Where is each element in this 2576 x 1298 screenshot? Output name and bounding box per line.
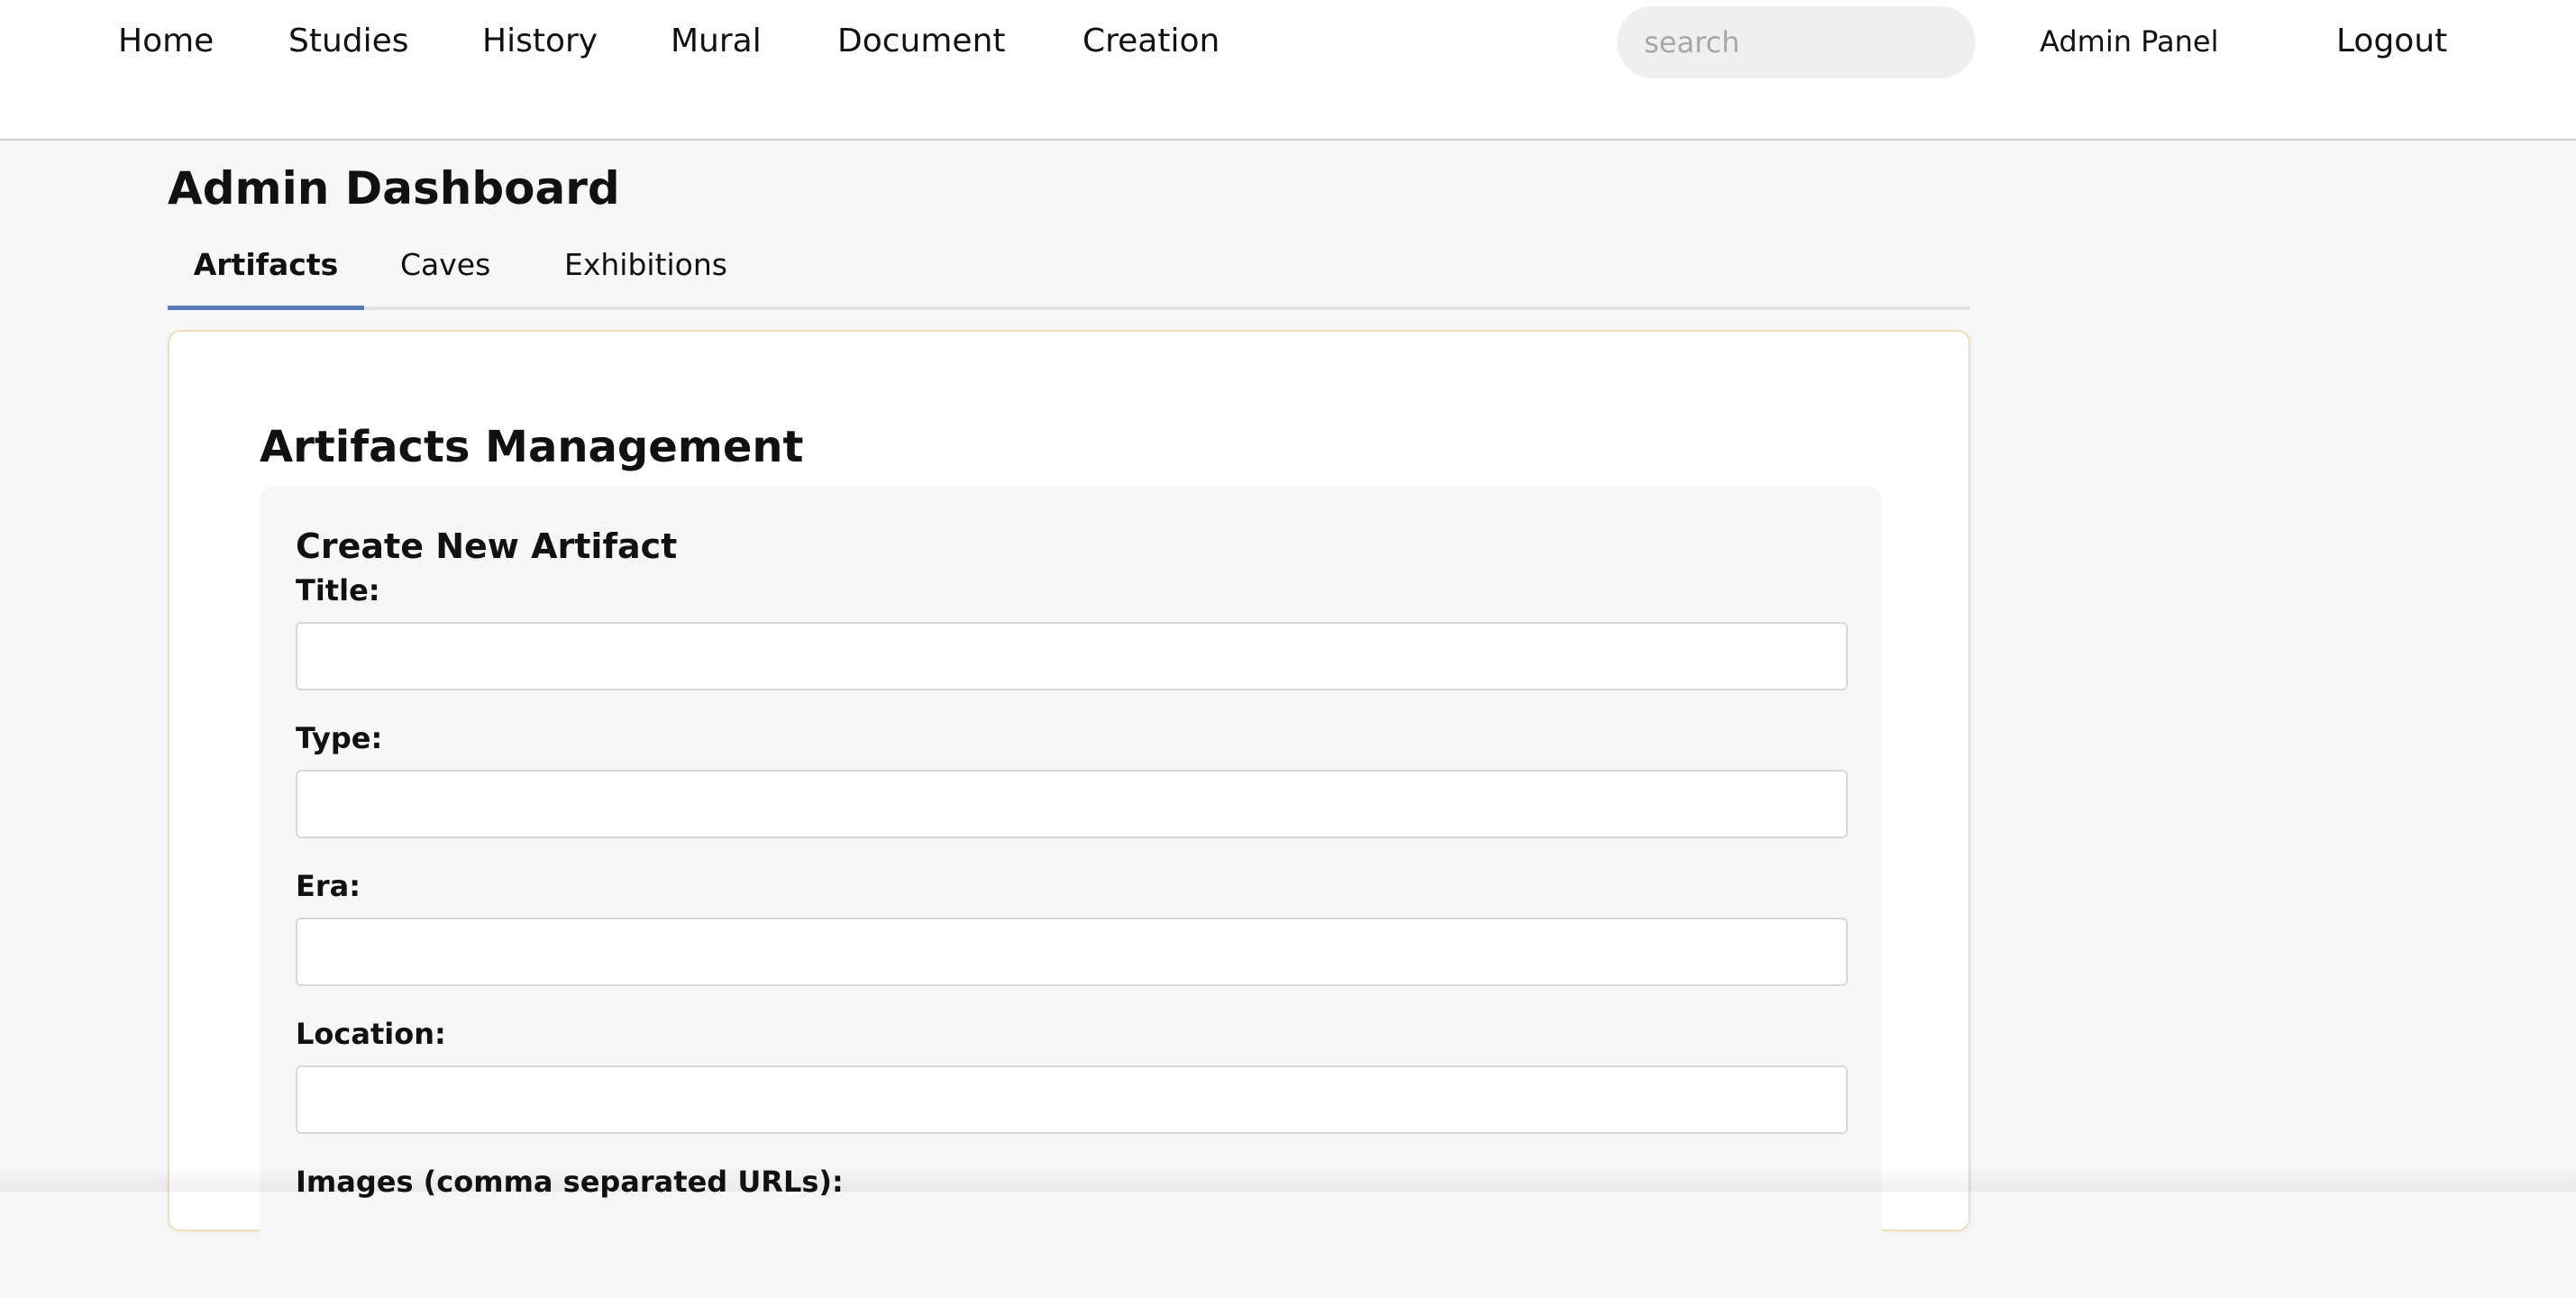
- form-heading: Create New Artifact: [296, 526, 678, 566]
- nav-link-studies[interactable]: Studies: [288, 18, 409, 65]
- location-field[interactable]: [296, 1065, 1848, 1134]
- era-field[interactable]: [296, 918, 1848, 986]
- admin-panel-link[interactable]: Admin Panel: [2040, 18, 2218, 65]
- page-title: Admin Dashboard: [168, 162, 620, 215]
- tab-caves[interactable]: Caves: [400, 233, 490, 310]
- search-input[interactable]: [1617, 6, 1976, 78]
- type-label: Type:: [296, 721, 383, 755]
- nav-link-home[interactable]: Home: [118, 18, 214, 65]
- section-title: Artifacts Management: [260, 422, 804, 472]
- top-navigation-bar: Home Studies History Mural Document Crea…: [0, 0, 2576, 141]
- tab-exhibitions[interactable]: Exhibitions: [564, 233, 727, 310]
- artifacts-card: Artifacts Management Create New Artifact…: [168, 330, 1970, 1298]
- nav-link-document[interactable]: Document: [837, 18, 1006, 65]
- logout-link[interactable]: Logout: [2336, 18, 2447, 65]
- title-label: Title:: [296, 573, 380, 608]
- nav-link-creation[interactable]: Creation: [1082, 18, 1219, 65]
- title-field[interactable]: [296, 622, 1848, 690]
- type-field[interactable]: [296, 770, 1848, 838]
- era-label: Era:: [296, 869, 361, 903]
- create-artifact-form: Create New Artifact Title: Type: Era: Lo…: [260, 487, 1882, 1298]
- location-label: Location:: [296, 1017, 446, 1051]
- dashboard-tabs: Artifacts Caves Exhibitions: [168, 233, 1970, 310]
- nav-link-history[interactable]: History: [482, 18, 598, 65]
- tab-artifacts[interactable]: Artifacts: [168, 233, 364, 310]
- nav-link-mural[interactable]: Mural: [671, 18, 762, 65]
- images-label: Images (comma separated URLs):: [296, 1165, 844, 1199]
